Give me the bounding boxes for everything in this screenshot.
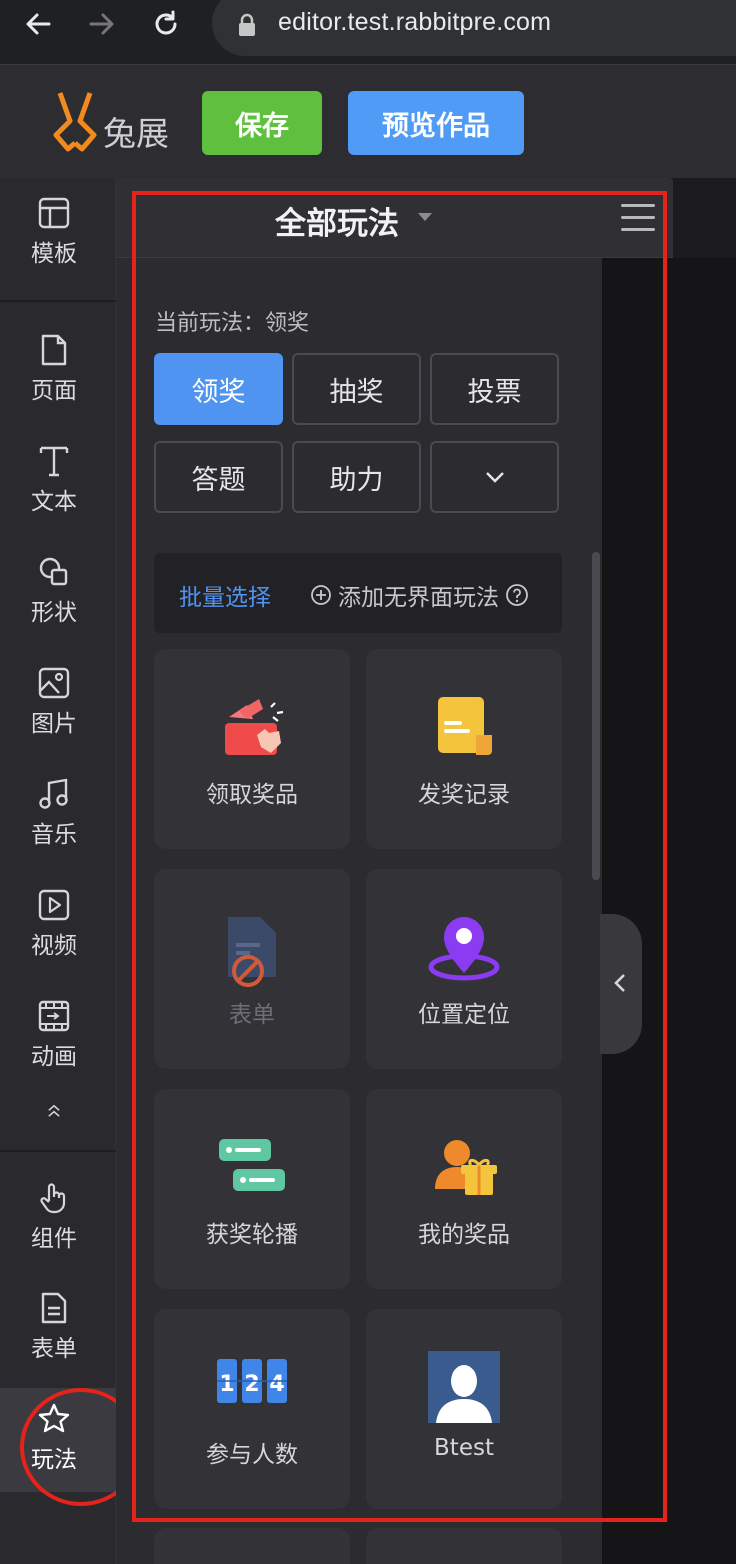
page-icon <box>41 334 67 366</box>
form-icon <box>41 1292 67 1324</box>
left-toolbar: 模板 页面 文本 形状 图片 音乐 视频 动画 组件 表单 玩法 <box>0 178 116 1564</box>
reload-icon[interactable] <box>146 4 186 44</box>
toolbar-divider <box>0 1150 116 1152</box>
preview-button[interactable]: 预览作品 <box>348 91 524 155</box>
animation-icon <box>38 1000 70 1032</box>
tool-animation[interactable]: 动画 <box>0 999 108 1071</box>
video-icon <box>38 889 70 921</box>
lock-icon <box>239 13 255 36</box>
tool-label: 形状 <box>31 600 77 626</box>
tool-component[interactable]: 组件 <box>0 1181 108 1253</box>
tool-label: 视频 <box>31 933 77 959</box>
forward-arrow-icon[interactable] <box>82 4 122 44</box>
tool-form[interactable]: 表单 <box>0 1291 108 1363</box>
template-icon <box>38 197 70 229</box>
tool-label: 页面 <box>31 378 77 404</box>
url-text[interactable]: editor.test.rabbitpre.com <box>278 8 551 37</box>
toolbar-divider <box>0 300 116 302</box>
shape-icon <box>39 557 68 586</box>
text-icon <box>39 446 69 477</box>
tool-text[interactable]: 文本 <box>0 444 108 516</box>
tool-label: 动画 <box>31 1044 77 1070</box>
app-header: 兔展 保存 预览作品 <box>0 64 736 178</box>
tool-template[interactable]: 模板 <box>0 196 108 268</box>
tool-label: 表单 <box>31 1336 77 1362</box>
music-icon <box>39 778 68 809</box>
card-partial[interactable] <box>366 1528 562 1564</box>
logo-text: 兔展 <box>103 114 169 153</box>
tool-label: 模板 <box>31 241 77 267</box>
tool-image[interactable]: 图片 <box>0 666 108 738</box>
browser-toolbar: editor.test.rabbitpre.com <box>0 0 736 64</box>
collapse-tools-button[interactable] <box>0 1100 108 1122</box>
card-partial[interactable] <box>154 1528 350 1564</box>
tool-video[interactable]: 视频 <box>0 888 108 960</box>
double-chevron-up-icon <box>48 1104 60 1117</box>
save-button[interactable]: 保存 <box>202 91 322 155</box>
hand-pointer-icon <box>40 1183 66 1214</box>
annotation-box <box>132 191 667 1522</box>
tool-shape[interactable]: 形状 <box>0 555 108 627</box>
rabbit-logo-icon <box>53 92 97 152</box>
tool-label: 音乐 <box>31 822 77 848</box>
back-arrow-icon[interactable] <box>18 4 58 44</box>
tool-label: 组件 <box>31 1226 77 1252</box>
image-icon <box>38 667 70 699</box>
tool-page[interactable]: 页面 <box>0 333 108 405</box>
tool-music[interactable]: 音乐 <box>0 777 108 849</box>
tool-label: 文本 <box>31 489 77 515</box>
tool-label: 图片 <box>31 711 77 737</box>
